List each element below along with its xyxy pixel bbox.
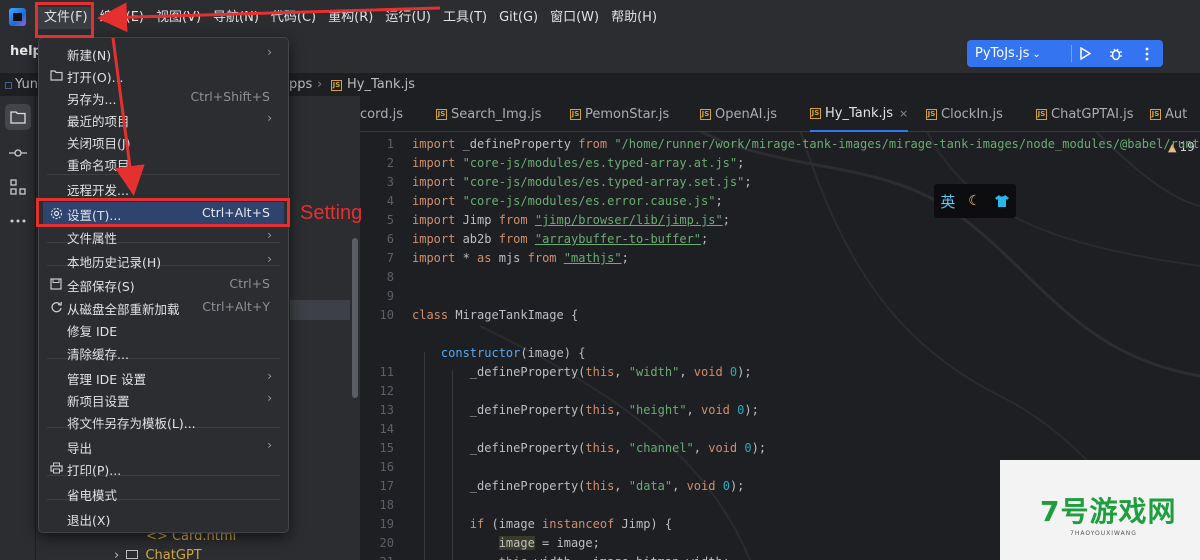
- arrow-to-settings: [111, 37, 145, 196]
- annotation-arrows: [97, 2, 441, 196]
- arrow-to-file-menu: [97, 2, 441, 33]
